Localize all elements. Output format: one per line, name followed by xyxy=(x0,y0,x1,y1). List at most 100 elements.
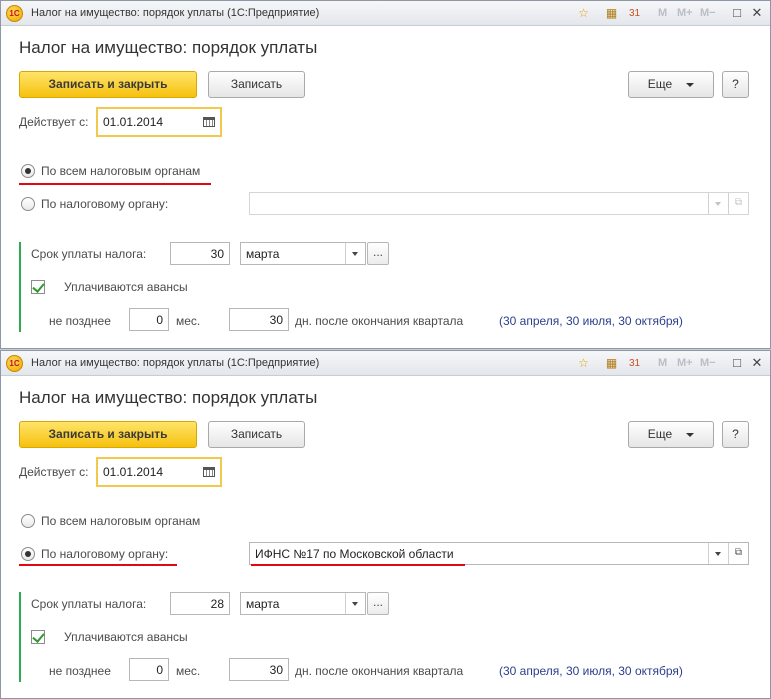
radio-one-authority[interactable] xyxy=(21,547,35,561)
chevron-down-icon xyxy=(686,82,695,87)
form-window-specific-authority: 1С Налог на имущество: порядок уплаты (1… xyxy=(0,350,771,699)
chevron-down-icon xyxy=(686,432,695,437)
advances-label[interactable]: Уплачиваются авансы xyxy=(64,280,188,294)
calculator-icon[interactable]: ▦ xyxy=(604,356,619,371)
more-menu-button[interactable]: Еще xyxy=(628,421,714,448)
effective-date-input[interactable]: 01.01.2014 xyxy=(96,107,222,137)
effective-date-value: 01.01.2014 xyxy=(103,465,164,479)
deadline-day-input[interactable]: 30 xyxy=(170,242,230,265)
months-value: 0 xyxy=(156,663,163,677)
months-value: 0 xyxy=(156,313,163,327)
deadline-day-input[interactable]: 28 xyxy=(170,592,230,615)
deadline-month-value: марта xyxy=(246,247,280,261)
days-input[interactable]: 30 xyxy=(229,658,289,681)
payment-group-bar xyxy=(19,592,21,682)
effective-date-input[interactable]: 01.01.2014 xyxy=(96,457,222,487)
form-title: Налог на имущество: порядок уплаты xyxy=(19,38,318,57)
not-later-label: не позднее xyxy=(49,664,111,678)
open-item-icon[interactable]: ⧉ xyxy=(728,543,748,564)
tax-authority-select[interactable]: ⧉ xyxy=(249,192,749,215)
calculator-icon[interactable]: ▦ xyxy=(604,6,619,21)
memory-plus-button[interactable]: M+ xyxy=(677,7,693,19)
write-button[interactable]: Записать xyxy=(208,421,305,448)
dropdown-arrow-icon[interactable] xyxy=(345,243,365,264)
more-menu-button[interactable]: Еще xyxy=(628,71,714,98)
effective-date-value: 01.01.2014 xyxy=(103,115,164,129)
dropdown-arrow-icon[interactable] xyxy=(345,593,365,614)
months-unit-label: мес. xyxy=(176,664,201,678)
deadline-month-select[interactable]: марта xyxy=(240,592,366,615)
1c-logo-icon: 1С xyxy=(6,5,23,22)
radio-one-authority[interactable] xyxy=(21,197,35,211)
window-title: Налог на имущество: порядок уплаты (1С:П… xyxy=(31,357,320,369)
highlight-underline xyxy=(19,183,211,185)
calendar-icon[interactable]: 31 xyxy=(627,356,642,371)
title-bar: 1С Налог на имущество: порядок уплаты (1… xyxy=(1,1,770,26)
not-later-label: не позднее xyxy=(49,314,111,328)
radio-all-authorities[interactable] xyxy=(21,514,35,528)
advances-checkbox[interactable] xyxy=(31,280,45,294)
highlight-underline xyxy=(251,564,465,566)
tax-authority-select[interactable]: ИФНС №17 по Московской области ⧉ xyxy=(249,542,749,565)
write-and-close-button[interactable]: Записать и закрыть xyxy=(19,421,197,448)
close-button[interactable]: ✕ xyxy=(749,356,765,371)
calendar-picker-icon[interactable] xyxy=(203,117,215,127)
effective-date-label: Действует с: xyxy=(19,115,89,129)
days-value: 30 xyxy=(269,313,283,327)
tax-authority-value: ИФНС №17 по Московской области xyxy=(255,547,454,561)
advances-label[interactable]: Уплачиваются авансы xyxy=(64,630,188,644)
maximize-button[interactable]: □ xyxy=(729,6,745,21)
write-and-close-button[interactable]: Записать и закрыть xyxy=(19,71,197,98)
radio-all-authorities[interactable] xyxy=(21,164,35,178)
select-button[interactable]: ... xyxy=(367,592,389,615)
help-button[interactable]: ? xyxy=(722,71,749,98)
calendar-picker-icon[interactable] xyxy=(203,467,215,477)
close-button[interactable]: ✕ xyxy=(749,6,765,21)
favorite-star-icon[interactable]: ☆ xyxy=(576,6,591,21)
deadline-day-value: 30 xyxy=(210,247,224,261)
days-value: 30 xyxy=(269,663,283,677)
help-button[interactable]: ? xyxy=(722,421,749,448)
effective-date-label: Действует с: xyxy=(19,465,89,479)
write-button[interactable]: Записать xyxy=(208,71,305,98)
dropdown-arrow-icon[interactable] xyxy=(708,193,728,214)
memory-m-button[interactable]: M xyxy=(658,7,667,19)
days-unit-label: дн. после окончания квартала xyxy=(295,314,464,328)
days-unit-label: дн. после окончания квартала xyxy=(295,664,464,678)
more-label: Еще xyxy=(647,77,673,91)
payment-dates-hint: (30 апреля, 30 июля, 30 октября) xyxy=(499,664,683,678)
days-input[interactable]: 30 xyxy=(229,308,289,331)
maximize-button[interactable]: □ xyxy=(729,356,745,371)
radio-one-authority-label[interactable]: По налоговому органу: xyxy=(41,547,168,561)
radio-one-authority-label[interactable]: По налоговому органу: xyxy=(41,197,168,211)
favorite-star-icon[interactable]: ☆ xyxy=(576,356,591,371)
form-window-all-authorities: 1С Налог на имущество: порядок уплаты (1… xyxy=(0,0,771,349)
calendar-icon[interactable]: 31 xyxy=(627,6,642,21)
1c-logo-icon: 1С xyxy=(6,355,23,372)
memory-plus-button[interactable]: M+ xyxy=(677,357,693,369)
radio-all-authorities-label[interactable]: По всем налоговым органам xyxy=(41,164,200,178)
radio-all-authorities-label[interactable]: По всем налоговым органам xyxy=(41,514,200,528)
open-item-icon[interactable]: ⧉ xyxy=(728,193,748,214)
title-bar: 1С Налог на имущество: порядок уплаты (1… xyxy=(1,351,770,376)
payment-group-bar xyxy=(19,242,21,332)
months-unit-label: мес. xyxy=(176,314,201,328)
more-label: Еще xyxy=(647,427,673,441)
form-title: Налог на имущество: порядок уплаты xyxy=(19,388,318,407)
deadline-day-value: 28 xyxy=(210,597,224,611)
deadline-label: Срок уплаты налога: xyxy=(31,597,147,611)
window-title: Налог на имущество: порядок уплаты (1С:П… xyxy=(31,7,320,19)
months-input[interactable]: 0 xyxy=(129,308,169,331)
deadline-month-value: марта xyxy=(246,597,280,611)
advances-checkbox[interactable] xyxy=(31,630,45,644)
deadline-label: Срок уплаты налога: xyxy=(31,247,147,261)
memory-m-button[interactable]: M xyxy=(658,357,667,369)
deadline-month-select[interactable]: марта xyxy=(240,242,366,265)
highlight-underline xyxy=(19,564,177,566)
memory-minus-button[interactable]: M− xyxy=(700,7,716,19)
memory-minus-button[interactable]: M− xyxy=(700,357,716,369)
payment-dates-hint: (30 апреля, 30 июля, 30 октября) xyxy=(499,314,683,328)
dropdown-arrow-icon[interactable] xyxy=(708,543,728,564)
months-input[interactable]: 0 xyxy=(129,658,169,681)
select-button[interactable]: ... xyxy=(367,242,389,265)
